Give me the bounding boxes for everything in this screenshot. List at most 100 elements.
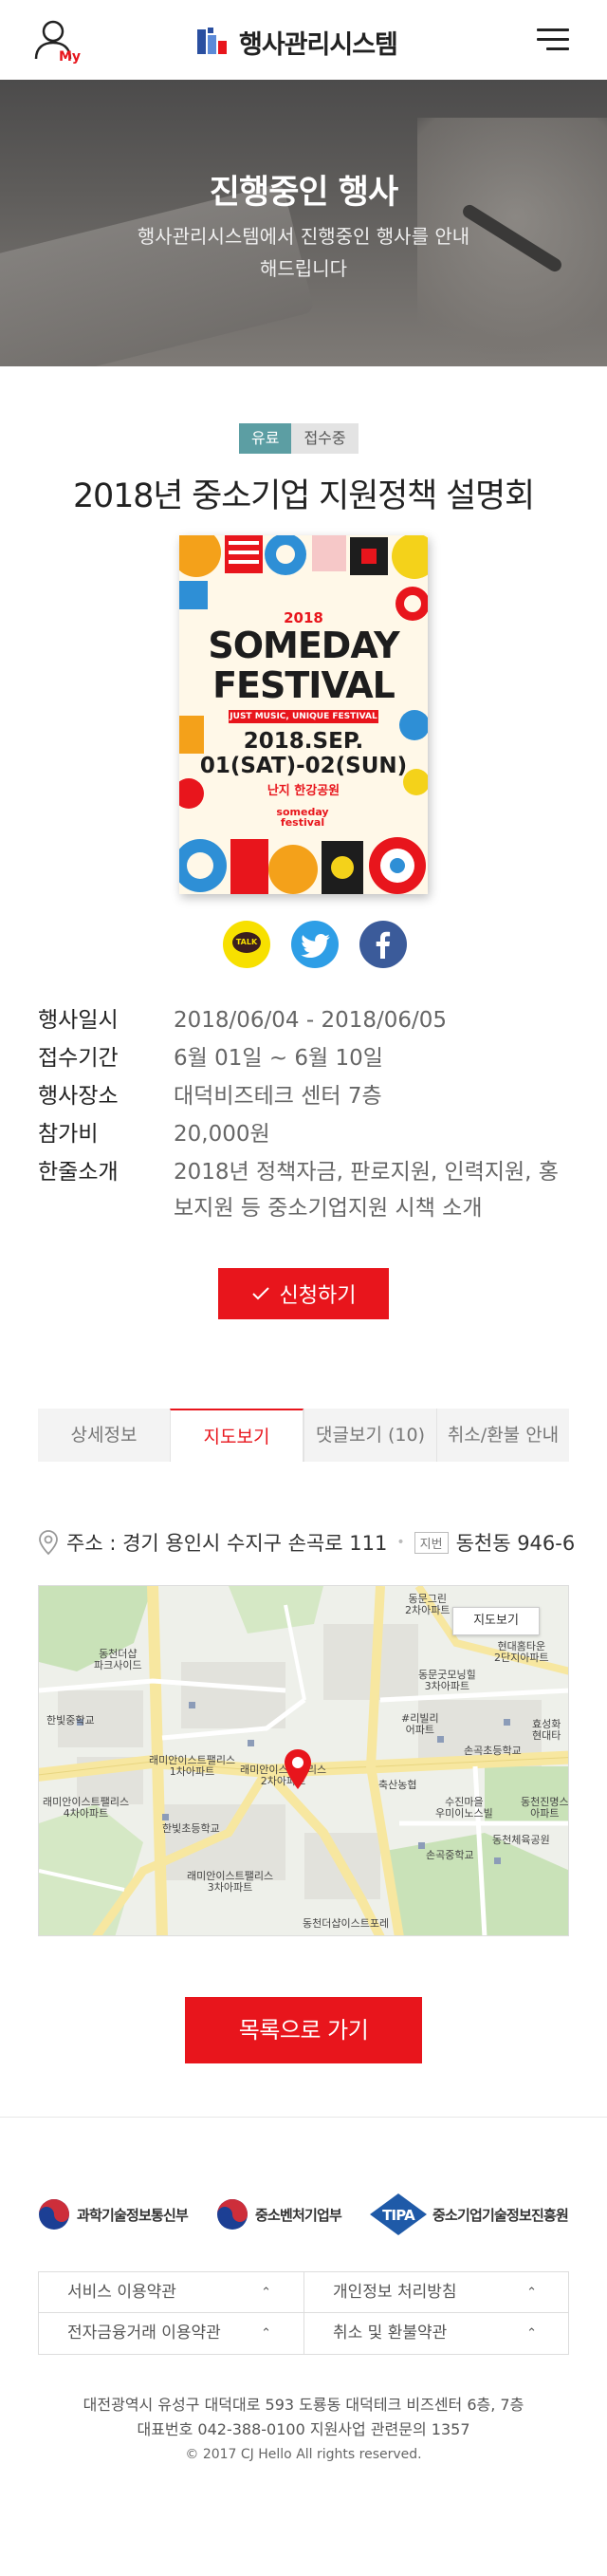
info-value: 2018년 정책자금, 판로지원, 인력지원, 홍보지원 등 중소기업지원 시책… [174,1160,559,1221]
org-msit[interactable]: 과학기술정보통신부 [38,2193,189,2235]
tab-details[interactable]: 상세정보 [38,1409,170,1462]
privacy-policy-link[interactable]: 개인정보 처리방침 ⌃ [304,2272,569,2313]
map-label: 동천더샵이스트포레 [303,1917,390,1930]
info-label: 행사장소 [38,1084,119,1109]
taegeuk-icon [216,2198,248,2231]
map-label: 현대홈타운 2단지아파트 [494,1640,549,1664]
poster-title-line1: SOMEDAY [208,625,399,666]
footer: 과학기술정보통신부 중소벤처기업부 TIPA 중소기업기술정보진흥원 서비스 이… [0,2117,607,2576]
menu-button[interactable] [537,27,569,53]
map-label: 동문그린 2차아파트 [405,1593,451,1616]
facebook-share-button[interactable] [359,921,407,968]
event-badges: 유료 접수중 [239,423,359,454]
logo-text: 행사관리시스템 [239,29,398,60]
twitter-share-button[interactable] [291,921,339,968]
logo-mark-icon [195,26,231,58]
road-address: 주소 : 경기 용인시 수지구 손곡로 111 [66,1532,388,1555]
my-page-button[interactable]: My [34,19,82,68]
header: My 행사관리시스템 [0,0,607,80]
org-name: 중소기업기술정보진흥원 [432,2206,569,2224]
chevron-up-icon: ⌃ [261,2286,271,2300]
event-poster[interactable]: 2018 SOMEDAY FESTIVAL JUST MUSIC, UNIQUE… [179,535,428,894]
event-title: 2018년 중소기업 지원정책 설명회 [72,477,535,515]
info-value: 6월 01일 ~ 6월 10일 [174,1046,383,1071]
taegeuk-icon [38,2198,70,2231]
back-to-list-button[interactable]: 목록으로 가기 [185,1997,422,2063]
map-label: 손곡중학교 [426,1849,474,1861]
hero-title: 진행중인 행사 [209,174,398,212]
map[interactable]: 지도보기 동문그린 2차아파트 현대홈타운 2단지아파트 동천더샵 파크사이드 동문굿… [38,1585,569,1936]
company-phone: 대표번호 042-388-0100 지원사업 관련문의 1357 [137,2420,470,2438]
info-value: 20,000원 [174,1122,270,1147]
info-value: 대덕비즈테크 센터 7층 [174,1084,382,1109]
share-buttons: TALK [212,921,417,970]
chevron-up-icon: ⌃ [526,2326,537,2341]
org-tipa[interactable]: TIPA 중소기업기술정보진흥원 [370,2193,569,2235]
map-label: 동문굿모닝힐 3차아파트 [418,1669,476,1692]
poster-date-line1: 2018.SEP. [243,729,364,754]
tab-refund[interactable]: 취소/환불 안내 [436,1409,569,1462]
refund-terms-link[interactable]: 취소 및 환불약관 ⌃ [304,2313,569,2354]
map-label: 한빛초등학교 [162,1822,220,1835]
poster-place: 난지 한강공원 [267,784,340,798]
org-logos: 과학기술정보통신부 중소벤처기업부 TIPA 중소기업기술정보진흥원 [38,2193,569,2235]
kakao-share-button[interactable]: TALK [223,921,270,968]
info-label: 한줄소개 [38,1160,119,1185]
tab-comments[interactable]: 댓글보기 (10) [304,1409,436,1462]
map-label: 동천진명스 아파트 [521,1796,569,1820]
poster-title-line2: FESTIVAL [212,664,395,706]
hamburger-icon-line [546,47,569,50]
info-row-venue: 행사장소 대덕비즈테크 센터 7층 [38,1078,569,1114]
map-label: 한빛중학교 [46,1714,95,1727]
info-row-summary: 한줄소개 2018년 정책자금, 판로지원, 인력지원, 홍보지원 등 중소기업… [38,1154,569,1226]
map-label: 손곡초등학교 [464,1745,522,1757]
map-label: 동천더샵 파크사이드 [94,1648,142,1671]
hamburger-icon [537,28,569,31]
poster-tagline: JUST MUSIC, UNIQUE FESTIVAL [229,710,378,723]
my-label: My [59,49,82,65]
apply-button[interactable]: 신청하기 [218,1268,389,1319]
map-label: 동천체육공원 [492,1834,550,1846]
tab-map[interactable]: 지도보기 [170,1409,304,1462]
info-row-registration: 접수기간 6월 01일 ~ 6월 10일 [38,1040,569,1076]
hero-subtitle: 행사관리시스템에서 진행중인 행사를 안내해드립니다 [137,225,470,280]
info-label: 참가비 [38,1122,99,1147]
logo[interactable]: 행사관리시스템 [195,23,398,61]
map-label: 효성화 현대타 [532,1718,561,1742]
map-label: #리빌리 어파트 [401,1712,439,1736]
map-label: 수진마을 우미이노스빌 [435,1796,493,1820]
org-name: 과학기술정보통신부 [77,2206,189,2224]
lot-tag: 지번 [414,1531,449,1554]
map-label: 축산농협 [378,1779,417,1791]
twitter-icon [301,934,330,958]
hero-banner: 진행중인 행사 행사관리시스템에서 진행중인 행사를 안내해드립니다 [0,80,607,366]
terms-of-service-link[interactable]: 서비스 이용약관 ⌃ [39,2272,304,2313]
kakao-talk-icon: TALK [232,932,261,953]
status-badge: 접수중 [291,423,359,454]
org-mss[interactable]: 중소벤처기업부 [216,2193,342,2235]
address: 주소 : 경기 용인시 수지구 손곡로 111 • 지번 동천동 946-6 [38,1526,575,1559]
info-label: 접수기간 [38,1046,119,1071]
paid-badge: 유료 [239,423,292,454]
separator-dot: • [396,1535,405,1550]
company-info: 대전광역시 유성구 대덕대로 593 도룡동 대덕테크 비즈센터 6층, 7층 … [0,2393,607,2467]
info-row-date: 행사일시 2018/06/04 - 2018/06/05 [38,1002,569,1038]
facebook-icon [376,931,391,959]
hamburger-icon-line [537,38,569,41]
event-info: 행사일시 2018/06/04 - 2018/06/05 접수기간 6월 01일… [38,1002,569,1228]
link-label: 취소 및 환불약관 [333,2324,448,2343]
apply-label: 신청하기 [279,1284,357,1308]
link-label: 서비스 이용약관 [67,2283,176,2302]
location-pin-icon [39,1530,58,1556]
map-label: 래미안이스트팰리스 3차아파트 [187,1870,274,1894]
link-label: 전자금융거래 이용약관 [67,2324,221,2343]
tipa-mark: TIPA [382,2207,415,2224]
map-fullview-button[interactable]: 지도보기 [452,1607,540,1635]
lot-address: 동천동 946-6 [455,1532,576,1555]
company-address: 대전광역시 유성구 대덕대로 593 도룡동 대덕테크 비즈센터 6층, 7층 [83,2396,524,2414]
e-finance-terms-link[interactable]: 전자금융거래 이용약관 ⌃ [39,2313,304,2354]
footer-links: 서비스 이용약관 ⌃ 개인정보 처리방침 ⌃ 전자금융거래 이용약관 ⌃ 취소 … [38,2271,569,2355]
info-row-fee: 참가비 20,000원 [38,1116,569,1152]
info-value: 2018/06/04 - 2018/06/05 [174,1008,448,1033]
map-label: 래미안이스트팰리스 4차아파트 [43,1796,130,1820]
